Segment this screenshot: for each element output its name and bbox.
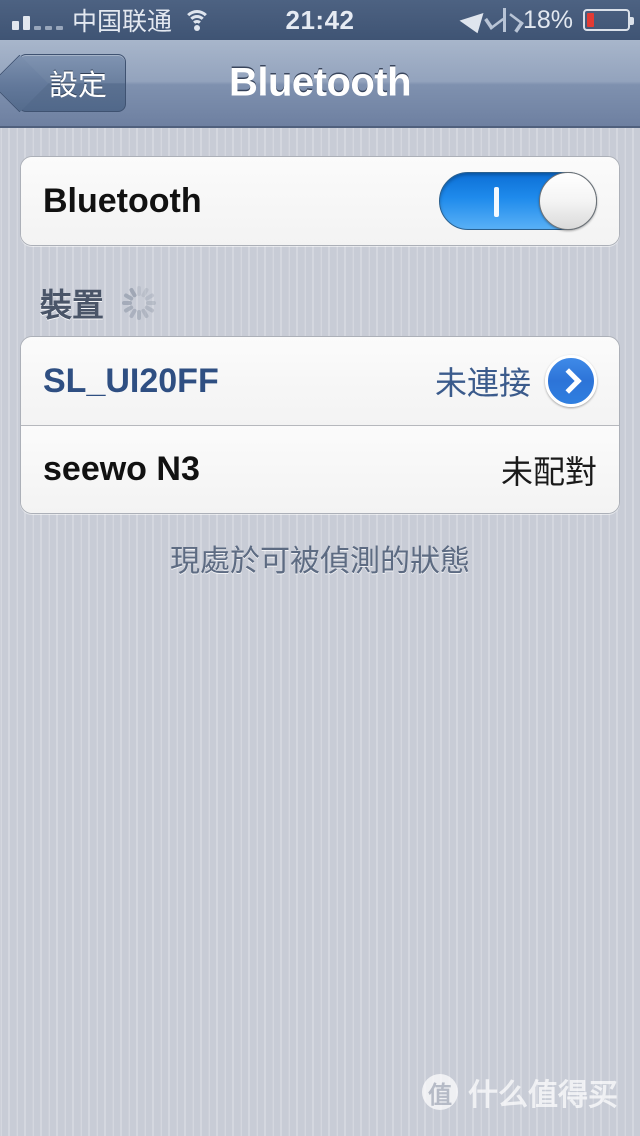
battery-percent-label: 18% bbox=[522, 5, 573, 34]
device-name-label: seewo N3 bbox=[43, 450, 200, 488]
device-status-label: 未連接 bbox=[434, 365, 531, 401]
battery-icon bbox=[583, 9, 634, 31]
activity-spinner-icon bbox=[122, 286, 157, 320]
status-bar: 中国联通 21:42 18% bbox=[0, 0, 640, 40]
chevron-right-circle-icon[interactable] bbox=[545, 355, 597, 407]
bluetooth-toggle-label: Bluetooth bbox=[43, 181, 202, 220]
navigation-bar: 設定 Bluetooth bbox=[0, 40, 640, 128]
devices-list-group: SL_UI20FF 未連接 seewo N3 未配對 bbox=[20, 336, 620, 514]
table-row[interactable]: seewo N3 未配對 bbox=[21, 425, 619, 513]
settings-content: Bluetooth 裝置 SL_UI20FF 未連接 seewo N3 未配對 … bbox=[0, 130, 640, 580]
bluetooth-toggle-row[interactable]: Bluetooth bbox=[21, 157, 619, 245]
bluetooth-switch[interactable] bbox=[439, 172, 597, 230]
device-status-label: 未配對 bbox=[500, 453, 597, 490]
watermark-badge-icon: 值 bbox=[422, 1074, 458, 1110]
bluetooth-toggle-group: Bluetooth bbox=[20, 156, 620, 246]
devices-section-label: 裝置 bbox=[40, 287, 105, 323]
switch-knob[interactable] bbox=[539, 172, 597, 230]
device-name-label: SL_UI20FF bbox=[43, 361, 219, 400]
switch-on-mark bbox=[494, 187, 499, 217]
watermark: 值 什么值得买 bbox=[422, 1070, 618, 1114]
page-title: Bluetooth bbox=[228, 60, 412, 105]
phone-screen: 中国联通 21:42 18% 設定 Bluetooth Bluetooth 裝置… bbox=[0, 0, 640, 1136]
discoverable-note: 現處於可被偵測的狀態 bbox=[170, 545, 470, 578]
table-row[interactable]: SL_UI20FF 未連接 bbox=[21, 337, 619, 425]
watermark-label: 什么值得买 bbox=[468, 1079, 618, 1112]
status-bar-right: 18% bbox=[459, 5, 634, 35]
devices-section-header: 裝置 bbox=[0, 270, 640, 336]
bluetooth-icon bbox=[497, 8, 513, 32]
